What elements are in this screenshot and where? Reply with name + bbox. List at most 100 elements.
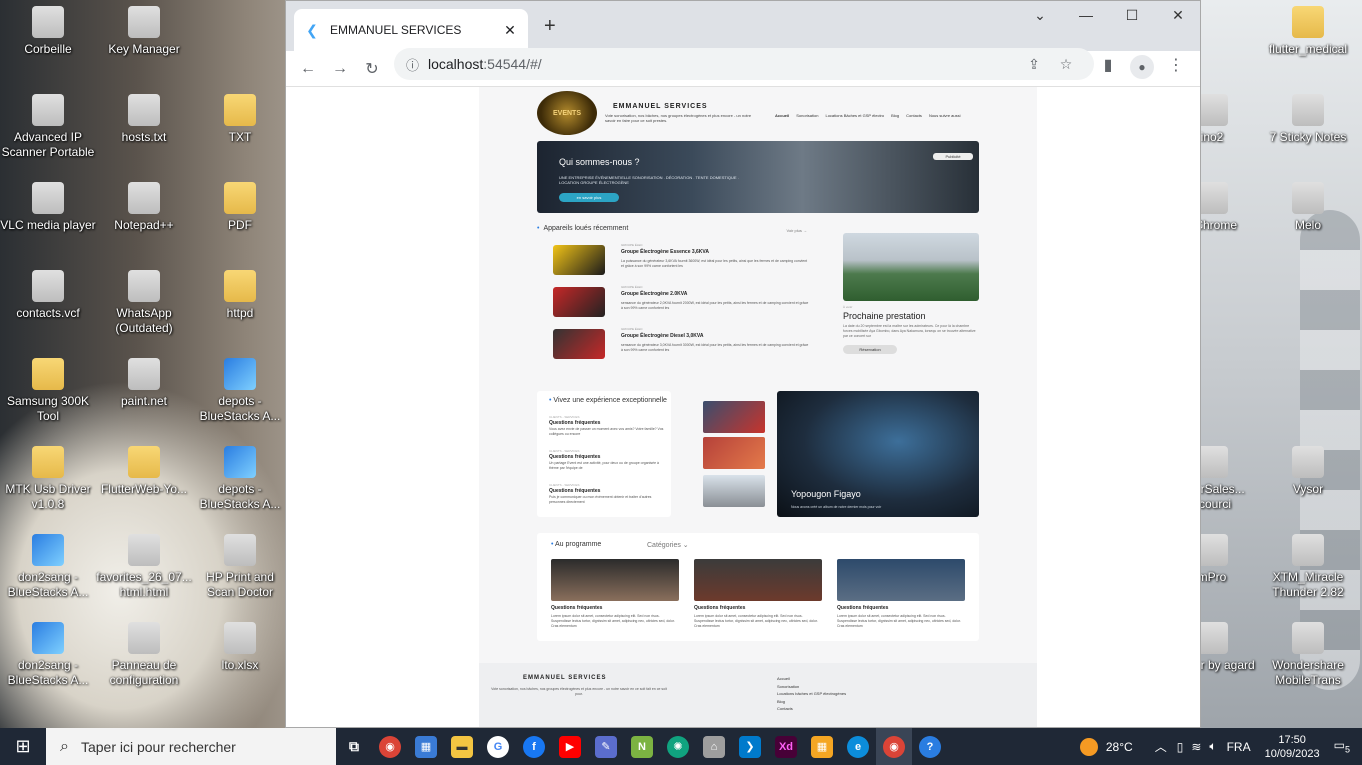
vscode-icon[interactable]: ❯ bbox=[732, 728, 768, 765]
chrome-icon[interactable]: ◉ bbox=[372, 728, 408, 765]
desktop-icon[interactable]: lto.xlsx bbox=[192, 622, 288, 673]
desktop-icon[interactable]: Notepad++ bbox=[96, 182, 192, 233]
desktop-icon[interactable]: Melo bbox=[1260, 182, 1356, 233]
programme-card[interactable]: Questions fréquentes Lorem ipsum dolor si… bbox=[837, 559, 965, 629]
desktop-icon[interactable]: depots - BlueStacks A... bbox=[192, 446, 288, 512]
desktop-icon[interactable]: PDF bbox=[192, 182, 288, 233]
edge-icon[interactable]: e bbox=[840, 728, 876, 765]
site-info-icon[interactable]: ⓘ bbox=[406, 55, 428, 74]
desktop-icon[interactable]: depots - BlueStacks A... bbox=[192, 358, 288, 424]
desktop-icon[interactable]: don2sang - BlueStacks A... bbox=[0, 534, 96, 600]
address-bar[interactable]: ⓘ localhost:54544/#/ ⇪ ☆ bbox=[394, 48, 1094, 80]
google-icon[interactable]: G bbox=[480, 728, 516, 765]
share-icon[interactable]: ⇪ bbox=[1018, 56, 1050, 73]
nav-item[interactable]: Locations Bâches et GSP électro bbox=[825, 113, 884, 118]
clock[interactable]: 17:50 10/09/2023 bbox=[1265, 733, 1320, 761]
bookmark-star-icon[interactable]: ☆ bbox=[1050, 56, 1082, 73]
speaker-icon[interactable]: 🔈︎ bbox=[1209, 739, 1216, 754]
notepadpp-icon[interactable]: N bbox=[624, 728, 660, 765]
desktop-icon[interactable]: paint.net bbox=[96, 358, 192, 409]
notification-icon[interactable]: ▭5 bbox=[1334, 738, 1350, 754]
app-grid-icon[interactable]: ▦ bbox=[804, 728, 840, 765]
programme-card[interactable]: Questions fréquentes Lorem ipsum dolor si… bbox=[551, 559, 679, 629]
desktop-icon[interactable]: don2sang - BlueStacks A... bbox=[0, 622, 96, 688]
tab-emmanuel-services[interactable]: ❮ EMMANUEL SERVICES ✕ bbox=[294, 9, 528, 51]
desktop-icon[interactable]: hosts.txt bbox=[96, 94, 192, 145]
footer-link[interactable]: Accueil bbox=[777, 675, 846, 683]
desktop-icon[interactable]: 7 Sticky Notes bbox=[1260, 94, 1356, 145]
desktop-icon[interactable]: Vysor bbox=[1260, 446, 1356, 497]
desktop-icon[interactable]: TXT bbox=[192, 94, 288, 145]
footer-link[interactable]: Contacts bbox=[777, 705, 846, 713]
control-panel-icon[interactable]: ▦ bbox=[408, 728, 444, 765]
desktop-icon[interactable]: Key Manager bbox=[96, 6, 192, 57]
desktop-icon[interactable]: flutter_medical bbox=[1260, 6, 1356, 57]
see-all-link[interactable]: Voir plus → bbox=[787, 228, 807, 233]
desktop-icon[interactable]: FlutterWeb-Yo... bbox=[96, 446, 192, 497]
chrome-active-icon[interactable]: ◉ bbox=[876, 728, 912, 765]
language-indicator[interactable]: FRA bbox=[1227, 740, 1251, 754]
paintnet-icon[interactable]: ✎ bbox=[588, 728, 624, 765]
nav-item[interactable]: Sonorisation bbox=[796, 113, 818, 118]
nav-item[interactable]: Nous suivre aussi bbox=[929, 113, 961, 118]
menu-kebab-icon[interactable]: ⋮ bbox=[1160, 55, 1192, 79]
nav-item[interactable]: Accueil bbox=[775, 113, 789, 118]
footer-link[interactable]: Blog bbox=[777, 698, 846, 706]
help-icon[interactable]: ? bbox=[912, 728, 948, 765]
programme-card[interactable]: Questions fréquentes Lorem ipsum dolor si… bbox=[694, 559, 822, 629]
footer-link[interactable]: Sonorisation bbox=[777, 683, 846, 691]
reload-icon[interactable]: ↻ bbox=[356, 59, 388, 79]
windows-start-icon[interactable]: ⊞ bbox=[0, 728, 46, 765]
featured-event-image[interactable]: Yopougon Figayo Nous avons créé un album… bbox=[777, 391, 979, 517]
chevron-up-icon[interactable]: ︿ bbox=[1155, 738, 1167, 755]
categories-dropdown[interactable]: Catégories ⌄ bbox=[647, 541, 689, 549]
desktop-icon[interactable]: favorites_26_07... html.html bbox=[96, 534, 192, 600]
chatgpt-icon[interactable]: ✺ bbox=[660, 728, 696, 765]
events-logo[interactable]: EVENTS bbox=[537, 91, 597, 135]
side-panel-icon[interactable]: ▮ bbox=[1092, 55, 1124, 79]
task-view-icon[interactable]: ⧉ bbox=[336, 728, 372, 765]
weather-icon[interactable] bbox=[1079, 737, 1098, 756]
rented-item[interactable]: GROUPE ÉLEC Groupe Électrogène Essence 3,… bbox=[553, 243, 823, 281]
reservation-button[interactable]: Réservation bbox=[843, 345, 897, 354]
weather-temp[interactable]: 28°C bbox=[1106, 740, 1133, 754]
back-icon[interactable]: ← bbox=[292, 60, 324, 78]
desktop-icon[interactable]: VLC media player bbox=[0, 182, 96, 233]
new-tab-button[interactable]: + bbox=[544, 15, 556, 38]
desktop-icon[interactable]: Panneau de configuration bbox=[96, 622, 192, 688]
thumbnail-image[interactable] bbox=[703, 437, 765, 469]
thumbnail-image[interactable] bbox=[703, 475, 765, 507]
desktop-icon[interactable]: httpd bbox=[192, 270, 288, 321]
taskbar-search[interactable]: ⌕ Taper ici pour rechercher bbox=[46, 728, 336, 765]
facebook-icon[interactable]: f bbox=[516, 728, 552, 765]
rented-item[interactable]: GROUPE ÉLEC Groupe Électrogène Diesel 3,0… bbox=[553, 327, 823, 365]
profile-avatar-icon[interactable]: ● bbox=[1130, 55, 1154, 79]
rented-item[interactable]: GROUPE ÉLEC Groupe Électrogène 2.0KVA sens… bbox=[553, 285, 823, 323]
device-icon[interactable]: ▯ bbox=[1177, 740, 1184, 754]
desktop-icon[interactable]: Wondershare MobileTrans bbox=[1260, 622, 1356, 688]
faq-item[interactable]: CLIENTS - SERVICES Questions fréquentes Vo… bbox=[549, 415, 665, 437]
url-text[interactable]: localhost:54544/#/ bbox=[428, 56, 1018, 72]
adobe-xd-icon[interactable]: Xd bbox=[768, 728, 804, 765]
file-explorer-icon[interactable]: ▬ bbox=[444, 728, 480, 765]
wifi-icon[interactable]: ≋ bbox=[1191, 740, 1201, 754]
hero-more-button[interactable]: en savoir plus bbox=[559, 193, 619, 202]
youtube-icon[interactable]: ▶ bbox=[552, 728, 588, 765]
desktop-icon[interactable]: MTK Usb Driver v1.0.8 bbox=[0, 446, 96, 512]
forward-icon[interactable]: → bbox=[324, 60, 356, 78]
desktop-icon[interactable]: HP Print and Scan Doctor bbox=[192, 534, 288, 600]
minimize-button[interactable]: — bbox=[1066, 7, 1106, 23]
desktop-icon[interactable]: Samsung 300K Tool bbox=[0, 358, 96, 424]
desktop-icon[interactable]: Advanced IP Scanner Portable bbox=[0, 94, 96, 160]
faq-item[interactable]: CLIENTS - SERVICES Questions fréquentes Pu… bbox=[549, 483, 665, 505]
desktop-icon[interactable]: WhatsApp (Outdated) bbox=[96, 270, 192, 336]
thumbnail-image[interactable] bbox=[703, 401, 765, 433]
footer-link[interactable]: Locations bâches et GSP électrogènes bbox=[777, 690, 846, 698]
close-button[interactable]: ✕ bbox=[1158, 7, 1198, 24]
desktop-icon[interactable]: contacts.vcf bbox=[0, 270, 96, 321]
desktop-icon[interactable]: XTM_Miracle Thunder 2.82 bbox=[1260, 534, 1356, 600]
nav-item[interactable]: Blog bbox=[891, 113, 899, 118]
network-icon[interactable]: ⌂ bbox=[696, 728, 732, 765]
tab-close-icon[interactable]: ✕ bbox=[502, 22, 518, 39]
nav-item[interactable]: Contacts bbox=[906, 113, 922, 118]
